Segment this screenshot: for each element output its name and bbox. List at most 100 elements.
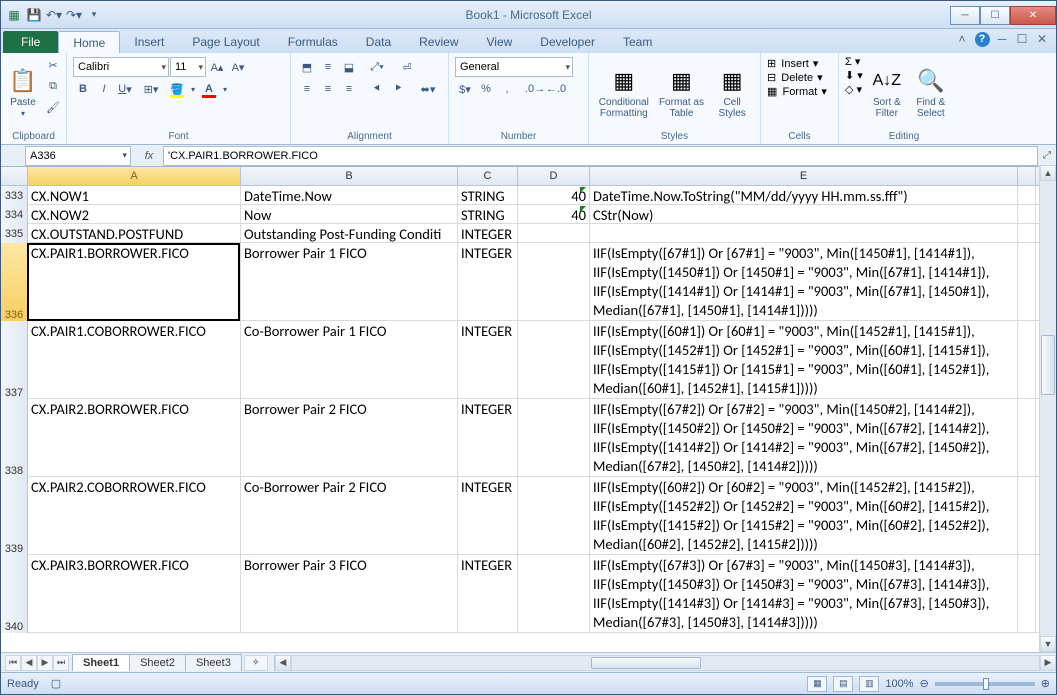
currency-icon[interactable]: $▾ xyxy=(455,79,475,99)
zoom-out-button[interactable]: ⊖ xyxy=(920,677,929,690)
insert-cells-button[interactable]: ⊞ Insert ▾ xyxy=(767,57,832,70)
cell[interactable]: INTEGER xyxy=(458,555,518,633)
cell[interactable] xyxy=(518,321,590,399)
indent-decrease-icon[interactable]: ⯇ xyxy=(367,79,387,99)
cell[interactable]: IIF(IsEmpty([67#3]) Or [67#3] = "9003", … xyxy=(590,555,1018,633)
view-layout-icon[interactable]: ▤ xyxy=(833,676,853,692)
horizontal-scrollbar[interactable] xyxy=(291,655,1040,671)
row-header[interactable]: 337 xyxy=(1,321,28,399)
zoom-thumb[interactable] xyxy=(983,678,989,690)
cell[interactable]: IIF(IsEmpty([60#1]) Or [60#1] = "9003", … xyxy=(590,321,1018,399)
cell[interactable]: Borrower Pair 2 FICO xyxy=(241,399,458,477)
tab-home[interactable]: Home xyxy=(58,31,120,53)
cell[interactable]: IIF(IsEmpty([60#2]) Or [60#2] = "9003", … xyxy=(590,477,1018,555)
cell[interactable]: CX.OUTSTAND.POSTFUND xyxy=(28,224,241,243)
cell[interactable]: DateTime.Now xyxy=(241,186,458,205)
cell-styles-button[interactable]: ▦Cell Styles xyxy=(710,55,754,129)
cell[interactable]: Now xyxy=(241,205,458,224)
cell[interactable]: 40 xyxy=(518,186,590,205)
cell[interactable]: CX.PAIR1.BORROWER.FICO xyxy=(28,243,241,321)
align-middle-icon[interactable]: ≡ xyxy=(318,57,338,77)
cell[interactable] xyxy=(1018,243,1036,321)
cell[interactable]: Borrower Pair 1 FICO xyxy=(241,243,458,321)
sheet-tab-sheet2[interactable]: Sheet2 xyxy=(129,654,186,671)
formula-expand-icon[interactable]: ⤢ xyxy=(1038,150,1056,161)
clear-button[interactable]: ◇ ▾ xyxy=(845,83,863,96)
cell[interactable]: CX.NOW2 xyxy=(28,205,241,224)
cell[interactable]: CX.NOW1 xyxy=(28,186,241,205)
indent-increase-icon[interactable]: ⯈ xyxy=(388,79,408,99)
increase-decimal-icon[interactable]: .0→ xyxy=(525,79,545,99)
cell[interactable] xyxy=(1018,186,1036,205)
cell[interactable]: DateTime.Now.ToString("MM/dd/yyyy HH.mm.… xyxy=(590,186,1018,205)
autosum-button[interactable]: Σ ▾ xyxy=(845,55,863,68)
row-header[interactable]: 336 xyxy=(1,243,28,321)
cell[interactable] xyxy=(518,243,590,321)
sheet-nav-prev[interactable]: ◀ xyxy=(21,655,37,671)
paste-button[interactable]: 📋 Paste▾ xyxy=(7,55,39,129)
vertical-scrollbar[interactable]: ▲ ▼ xyxy=(1039,165,1056,652)
qat-customize-icon[interactable]: ▾ xyxy=(85,6,103,24)
tab-view[interactable]: View xyxy=(473,31,527,53)
cell[interactable]: INTEGER xyxy=(458,477,518,555)
cell[interactable] xyxy=(1018,205,1036,224)
tab-insert[interactable]: Insert xyxy=(120,31,178,53)
col-header-E[interactable]: E xyxy=(590,167,1018,185)
tab-review[interactable]: Review xyxy=(405,31,472,53)
percent-icon[interactable]: % xyxy=(476,79,496,99)
scroll-up-button[interactable]: ▲ xyxy=(1040,165,1056,181)
col-header-B[interactable]: B xyxy=(241,167,458,185)
tab-developer[interactable]: Developer xyxy=(526,31,609,53)
macro-record-icon[interactable]: ▢ xyxy=(51,677,61,690)
zoom-in-button[interactable]: ⊕ xyxy=(1041,677,1050,690)
comma-icon[interactable]: , xyxy=(497,79,517,99)
cell[interactable]: INTEGER xyxy=(458,243,518,321)
scroll-left-button[interactable]: ◀ xyxy=(275,655,291,671)
row-header[interactable]: 335 xyxy=(1,224,28,243)
sheet-nav-next[interactable]: ▶ xyxy=(37,655,53,671)
undo-icon[interactable]: ↶▾ xyxy=(45,6,63,24)
cell[interactable]: INTEGER xyxy=(458,224,518,243)
scroll-right-button[interactable]: ▶ xyxy=(1040,655,1056,671)
cell[interactable] xyxy=(1018,477,1036,555)
conditional-formatting-button[interactable]: ▦Conditional Formatting xyxy=(595,55,653,129)
number-format-combo[interactable]: General xyxy=(455,57,573,77)
tab-team[interactable]: Team xyxy=(609,31,666,53)
formula-input[interactable]: 'CX.PAIR1.BORROWER.FICO xyxy=(163,146,1038,166)
sheet-nav-last[interactable]: ⏭ xyxy=(53,655,69,671)
format-painter-icon[interactable]: 🖌 xyxy=(43,97,63,117)
close-button[interactable]: ✕ xyxy=(1010,6,1056,25)
cell[interactable]: 40 xyxy=(518,205,590,224)
col-header-rest[interactable] xyxy=(1018,167,1036,185)
cell[interactable] xyxy=(518,399,590,477)
cell[interactable]: Outstanding Post-Funding Conditi xyxy=(241,224,458,243)
font-size-combo[interactable]: 11 xyxy=(170,57,206,77)
new-sheet-button[interactable]: ✧ xyxy=(244,655,268,671)
fill-button[interactable]: ⬇ ▾ xyxy=(845,69,863,82)
fx-icon[interactable]: fx xyxy=(139,146,159,166)
ribbon-min-icon[interactable]: ˄ xyxy=(954,31,970,47)
row-header[interactable]: 334 xyxy=(1,205,28,224)
increase-font-icon[interactable]: A▴ xyxy=(207,57,227,77)
cell[interactable] xyxy=(1018,555,1036,633)
help-icon[interactable]: ? xyxy=(974,31,990,47)
view-pagebreak-icon[interactable]: ▥ xyxy=(859,676,879,692)
cell[interactable]: Co-Borrower Pair 2 FICO xyxy=(241,477,458,555)
zoom-slider[interactable] xyxy=(935,682,1035,686)
hscroll-thumb[interactable] xyxy=(591,657,701,669)
font-color-dropdown[interactable]: ▾ xyxy=(220,79,230,99)
col-header-C[interactable]: C xyxy=(458,167,518,185)
row-header[interactable]: 339 xyxy=(1,477,28,555)
cell[interactable] xyxy=(518,555,590,633)
format-as-table-button[interactable]: ▦Format as Table xyxy=(657,55,707,129)
tab-page-layout[interactable]: Page Layout xyxy=(178,31,273,53)
spreadsheet-grid[interactable]: A B C D E 333CX.NOW1DateTime.NowSTRING40… xyxy=(1,167,1056,652)
font-color-button[interactable]: A xyxy=(199,79,219,99)
cell[interactable] xyxy=(518,224,590,243)
italic-button[interactable]: I xyxy=(94,79,114,99)
cut-icon[interactable]: ✂ xyxy=(43,55,63,75)
row-header[interactable]: 338 xyxy=(1,399,28,477)
fill-color-dropdown[interactable]: ▾ xyxy=(188,79,198,99)
cell[interactable] xyxy=(590,224,1018,243)
cell[interactable] xyxy=(1018,321,1036,399)
